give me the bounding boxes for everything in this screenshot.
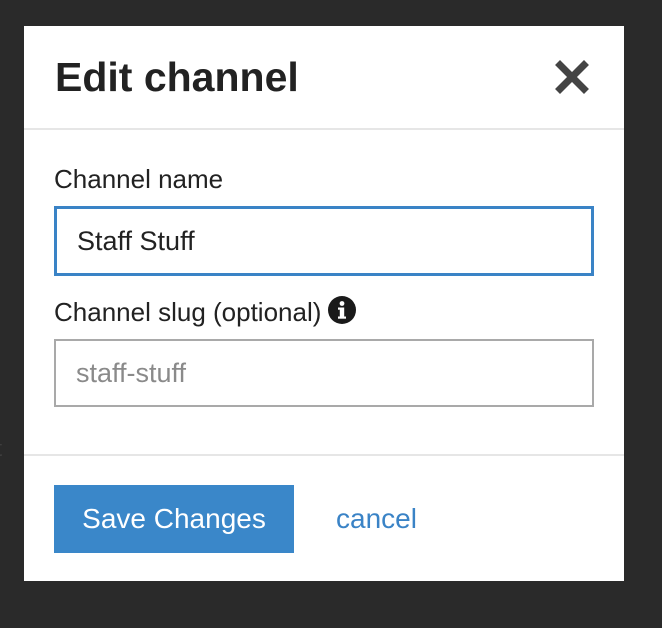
channel-name-input[interactable] — [54, 206, 594, 276]
background-text-fragment: t — [0, 436, 2, 462]
channel-slug-label: Channel slug (optional) — [54, 297, 322, 327]
dialog-header: Edit channel — [24, 26, 624, 130]
save-changes-button[interactable]: Save Changes — [54, 485, 294, 553]
dialog-title: Edit channel — [55, 54, 299, 100]
dialog-footer: Save Changes cancel — [24, 454, 624, 581]
close-icon — [555, 60, 589, 94]
edit-channel-dialog: Edit channel Channel name Channel slug (… — [24, 26, 624, 581]
channel-slug-input[interactable] — [54, 339, 594, 407]
cancel-link[interactable]: cancel — [336, 502, 417, 536]
close-button[interactable] — [554, 59, 590, 95]
channel-slug-label-row: Channel slug (optional) — [54, 295, 357, 328]
channel-name-label: Channel name — [54, 164, 224, 194]
info-icon[interactable] — [327, 295, 357, 325]
